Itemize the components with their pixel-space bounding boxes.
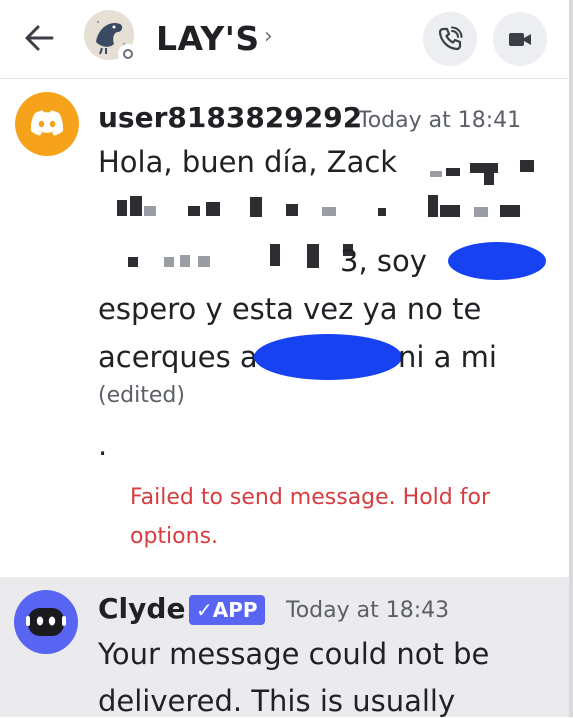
message-text-line: Your message could not be [98, 637, 490, 671]
send-error-message[interactable]: Failed to send message. Hold for options… [130, 478, 530, 556]
back-button[interactable] [22, 20, 62, 56]
arrow-left-icon [25, 25, 54, 51]
redaction-scribble [448, 242, 546, 280]
message-timestamp: Today at 18:41 [358, 108, 522, 133]
redaction-scribble [254, 334, 402, 380]
discord-logo-icon [30, 110, 64, 136]
message-text-line: delivered. This is usually [98, 684, 456, 718]
clyde-avatar[interactable] [14, 590, 78, 654]
message-text-line: 3, soy [340, 244, 427, 278]
app-badge: ✓APP [189, 595, 265, 625]
server-avatar[interactable] [84, 10, 138, 64]
message-text-line: acerques a [98, 340, 258, 374]
message-timestamp: Today at 18:43 [286, 598, 450, 623]
screen-edge [569, 0, 573, 717]
status-indicator [118, 44, 138, 64]
message-author[interactable]: Clyde [98, 592, 185, 625]
edited-label: (edited) [98, 383, 185, 408]
message-text-line: ni a mi [398, 340, 497, 374]
user-avatar[interactable] [15, 92, 79, 156]
phone-call-icon [438, 26, 463, 51]
clyde-bot-icon [26, 608, 66, 636]
video-call-button[interactable] [493, 12, 547, 66]
chevron-right-icon[interactable]: › [264, 24, 273, 49]
message-author[interactable]: user8183829292 [98, 101, 362, 134]
message-text-line: espero y esta vez ya no te [98, 292, 482, 326]
message-text-line: . [98, 428, 108, 462]
video-camera-icon [509, 33, 531, 46]
chat-header: LAY'S › [0, 0, 573, 79]
message-text-line: Hola, buen día, Zack [98, 145, 398, 179]
channel-title[interactable]: LAY'S [156, 19, 260, 58]
voice-call-button[interactable] [423, 12, 477, 66]
